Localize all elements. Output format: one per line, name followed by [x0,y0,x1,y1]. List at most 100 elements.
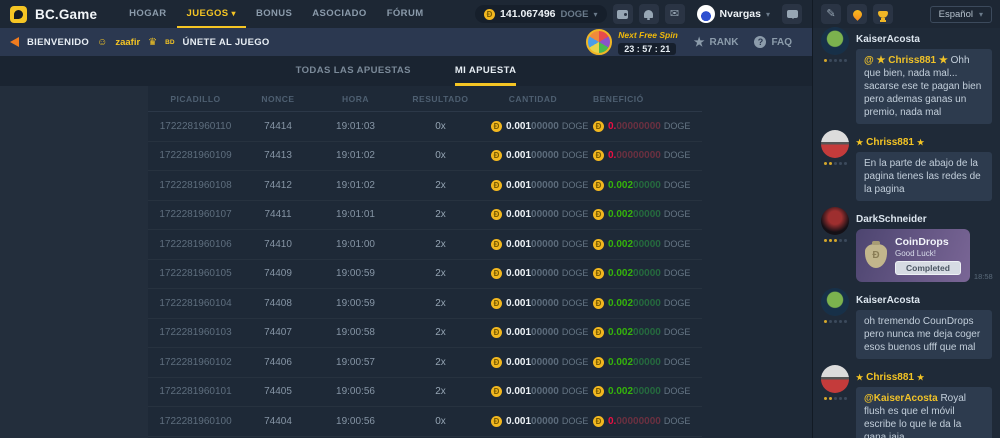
nav-item[interactable]: HOGAR ▾ [119,0,176,28]
mention[interactable]: @ ★ Chriss881 ★ [864,55,951,66]
balance-dropdown[interactable]: Đ 141.067496 DOGE ▾ [475,5,606,23]
amount-main: 0.001 [506,150,531,161]
chat-bubble: @ ★ Chriss881 ★ Ohh que bien, nada mal..… [856,49,992,124]
cell-nonce: 74410 [243,239,313,250]
messages-button[interactable]: ✉ [665,4,685,24]
chat-language-select[interactable]: Español ▾ [930,6,992,23]
nav-item[interactable]: BONUS ▾ [246,0,302,28]
doge-coin-icon: Đ [593,298,604,309]
col-cantidad: CANTIDAD [483,94,583,104]
message-column: KaiserAcosta @ ★ Chriss881 ★ Ohh que bie… [856,27,992,124]
cell-profit: Đ 0.00200000DOGE [583,180,702,191]
profit-currency: DOGE [664,327,691,337]
cell-nonce: 74413 [243,150,313,161]
nav-item[interactable]: ASOCIADO ▾ [302,0,376,28]
user-menu[interactable]: Nvargas ▾ [697,5,770,23]
cell-profit: Đ 0.00200000DOGE [583,327,702,338]
bubble-text: oh tremendo CounDrops pero nunca me deja… [864,316,980,353]
cell-result: 0x [398,121,483,132]
rank-link[interactable]: ★ RANK [694,35,739,49]
table-row[interactable]: 1722281960105 74409 19:00:59 2x Đ 0.0010… [148,260,702,290]
profit-main: 0.002 [608,209,633,220]
table-row[interactable]: 1722281960104 74408 19:00:59 2x Đ 0.0010… [148,289,702,319]
cell-time: 19:00:59 [313,298,398,309]
doge-coin-icon: Đ [593,416,604,427]
bubble-row: @ ★ Chriss881 ★ Ohh que bien, nada mal..… [856,49,992,124]
trophy-icon [878,11,888,18]
level-dots [821,59,849,62]
chat-bubble-icon [787,10,798,18]
profit-currency: DOGE [664,150,691,160]
bell-icon [644,10,653,18]
message-column: ★Chriss881★ @KaiserAcosta Royal flush es… [856,365,992,438]
mention[interactable]: @KaiserAcosta [864,393,940,404]
table-row[interactable]: 1722281960102 74406 19:00:57 2x Đ 0.0010… [148,348,702,378]
cell-nonce: 74411 [243,209,313,220]
table-row[interactable]: 1722281960100 74404 19:00:56 0x Đ 0.0010… [148,407,702,437]
avatar[interactable] [821,207,849,235]
table-region: PICADILLO NONCE HORA RESULTADO CANTIDAD … [0,86,812,438]
mail-icon: ✉ [670,9,679,20]
welcome-username[interactable]: zaafir [115,37,140,48]
welcome-bar: BIENVENIDO ☺ zaafir ♛ BD ÚNETE AL JUEGO … [0,28,812,56]
bc-game-logo-icon[interactable] [10,6,27,23]
question-icon: ? [754,36,766,48]
table-row[interactable]: 1722281960110 74414 19:01:03 0x Đ 0.0010… [148,112,702,142]
doge-coin-icon: Đ [491,416,502,427]
cell-hash: 1722281960106 [148,239,243,250]
avatar[interactable] [821,288,849,316]
cell-hash: 1722281960101 [148,386,243,397]
table-row[interactable]: 1722281960109 74413 19:01:02 0x Đ 0.0010… [148,142,702,172]
avatar-column [821,130,849,201]
nav-right: Đ 141.067496 DOGE ▾ ✉ Nvargas ▾ [475,4,802,24]
table-row[interactable]: 1722281960107 74411 19:01:01 2x Đ 0.0010… [148,201,702,231]
avatar[interactable] [821,130,849,158]
table-row[interactable]: 1722281960103 74407 19:00:58 2x Đ 0.0010… [148,319,702,349]
balance-currency: DOGE [561,9,589,20]
chat-toggle-button[interactable] [782,4,802,24]
profit-main: 0.002 [608,268,633,279]
profit-value: 0.00200000DOGE [608,209,690,220]
card-button[interactable]: Completed [895,261,961,275]
chat-username[interactable]: KaiserAcosta [856,34,992,45]
amount-main: 0.001 [506,121,531,132]
cell-hash: 1722281960105 [148,268,243,279]
amount-rest: 00000 [531,209,559,220]
table-row[interactable]: 1722281960108 74412 19:01:02 2x Đ 0.0010… [148,171,702,201]
cell-hash: 1722281960104 [148,298,243,309]
chat-username[interactable]: ★Chriss881★ [856,372,992,383]
amount-rest: 00000 [531,121,559,132]
tab-todas-las-apuestas[interactable]: TODAS LAS APUESTAS [296,65,411,86]
cell-result: 2x [398,298,483,309]
chat-username[interactable]: ★Chriss881★ [856,137,992,148]
faq-link[interactable]: ? FAQ [754,36,792,48]
nav-item[interactable]: JUEGOS ▾ [177,0,246,28]
table-row[interactable]: 1722281960106 74410 19:01:00 2x Đ 0.0010… [148,230,702,260]
chat-message-group: KaiserAcosta oh tremendo CounDrops pero … [821,288,992,359]
notifications-button[interactable] [639,4,659,24]
cell-profit: Đ 0.00000000DOGE [583,416,702,427]
spin-timer: 23 : 57 : 21 [618,43,676,55]
amount-rest: 00000 [531,150,559,161]
brand-title[interactable]: BC.Game [35,7,97,22]
avatar[interactable] [821,365,849,393]
profit-currency: DOGE [664,357,691,367]
table-row[interactable]: 1722281960101 74405 19:00:56 2x Đ 0.0010… [148,378,702,408]
free-spin-widget[interactable]: Next Free Spin 23 : 57 : 21 [586,29,678,55]
nav-item[interactable]: FÓRUM ▾ [377,0,434,28]
chat-username[interactable]: KaiserAcosta [856,295,992,306]
chevron-down-icon: ▾ [232,9,236,18]
wallet-button[interactable] [613,4,633,24]
cell-hash: 1722281960100 [148,416,243,427]
tab-mi-apuesta[interactable]: MI APUESTA [455,65,517,86]
level-dots [821,320,849,323]
amount-main: 0.001 [506,298,531,309]
doge-coin-icon: Đ [593,150,604,161]
profit-rest: 00000 [633,327,661,338]
main-area: BC.Game HOGAR ▾ JUEGOS ▾ BONUS ▾ ASOCIAD… [0,0,812,438]
chat-username[interactable]: DarkSchneider [856,214,992,225]
cell-nonce: 74409 [243,268,313,279]
avatar[interactable] [821,27,849,55]
profit-value: 0.00200000DOGE [608,327,690,338]
profit-main: 0.002 [608,386,633,397]
